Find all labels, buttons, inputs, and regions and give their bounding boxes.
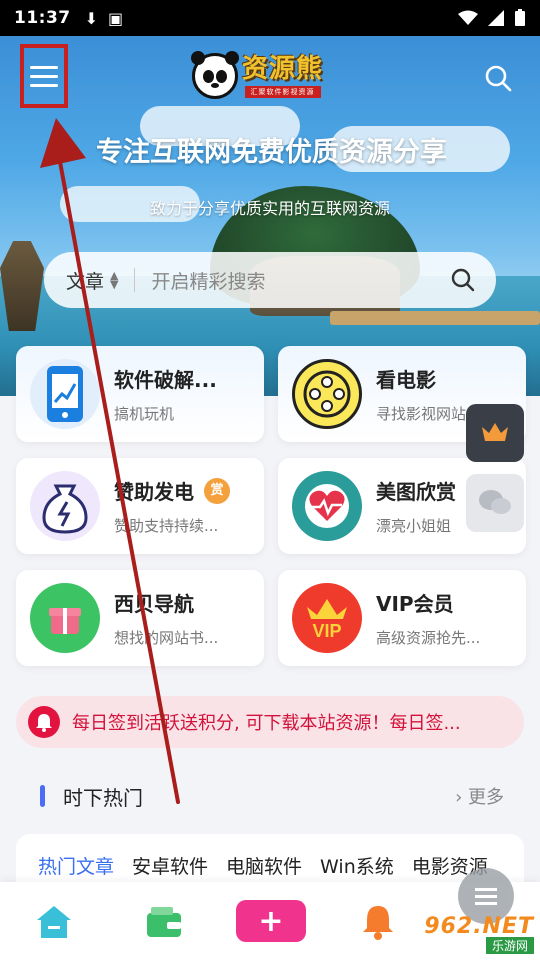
updown-icon: ▲ ▼ [110, 269, 119, 291]
watermark: 962.NET 乐游网 [404, 914, 534, 956]
card-vip[interactable]: VIP VIP会员 高级资源抢先... [278, 570, 526, 666]
hamburger-icon [30, 60, 58, 93]
card-title-text: 赞助发电 [114, 480, 194, 504]
bell-icon [28, 706, 60, 738]
signal-icon [488, 10, 504, 26]
card-title: 赞助发电 赏 [114, 476, 230, 505]
site-logo[interactable]: 资源熊 汇聚软件影视资源 [191, 50, 348, 102]
more-link[interactable]: › 更多 [455, 783, 504, 809]
card-subtitle: 寻找影视网站 [376, 405, 467, 423]
notice-bar[interactable]: 每日签到活跃送积分, 可下载本站资源！每日签... [16, 696, 524, 748]
vip-crown-icon: VIP [292, 583, 362, 653]
card-title: VIP会员 [376, 592, 454, 616]
nav-notifications[interactable] [356, 900, 400, 944]
panda-icon [191, 51, 239, 99]
dock [330, 311, 540, 325]
search-icon[interactable] [450, 267, 476, 293]
card-title: 西贝导航 [114, 592, 194, 616]
bell-icon [363, 906, 393, 940]
money-bag-icon [30, 471, 100, 541]
wechat-float-button[interactable] [466, 474, 524, 532]
status-bar: 11:37 ⬇ ▣ [0, 0, 540, 36]
card-subtitle: 搞机玩机 [114, 405, 175, 423]
card-subtitle: 赞助支持持续... [114, 517, 219, 535]
notice-text: 每日签到活跃送积分, 可下载本站资源！每日签... [72, 713, 461, 734]
logo-subtitle: 汇聚软件影视资源 [244, 86, 321, 98]
watermark-subtext: 乐游网 [485, 937, 534, 954]
svg-text:VIP: VIP [312, 621, 341, 641]
film-reel-icon [292, 359, 362, 429]
card-software-crack[interactable]: 软件破解... 搞机玩机 [16, 346, 264, 442]
section-title: 时下热门 [63, 785, 143, 810]
card-sponsor[interactable]: 赞助发电 赏 赞助支持持续... [16, 458, 264, 554]
card-subtitle: 高级资源抢先... [376, 629, 481, 647]
logo-text: 资源熊 [242, 54, 324, 84]
card-navigation[interactable]: 西贝导航 想找的网站书... [16, 570, 264, 666]
hero-subtitle: 致力于分享优质实用的互联网资源 [149, 199, 390, 218]
wechat-icon [479, 490, 511, 514]
search-type-select[interactable]: 文章 ▲ ▼ [66, 267, 118, 294]
section-accent [40, 785, 45, 807]
card-subtitle: 漂亮小姐姐 [376, 517, 452, 535]
menu-button[interactable] [20, 44, 68, 108]
crown-float-button[interactable] [466, 404, 524, 462]
status-time: 11:37 [14, 8, 71, 28]
section-header: 时下热门 › 更多 [16, 770, 524, 822]
card-title: 软件破解... [114, 368, 217, 392]
watermark-text: 962.NET [424, 914, 534, 939]
search-bar[interactable]: 文章 ▲ ▼ 开启精彩搜索 [44, 252, 496, 308]
download-icon: ⬇ [84, 8, 99, 28]
message-icon: ▣ [108, 8, 124, 28]
divider [134, 268, 136, 292]
search-type-label: 文章 [66, 270, 105, 293]
phone-chart-icon [30, 359, 100, 429]
plus-icon: + [258, 903, 284, 939]
crown-icon [482, 423, 508, 441]
card-subtitle: 想找的网站书... [114, 629, 219, 647]
plus-button[interactable]: + [236, 900, 306, 942]
system-icons [458, 9, 526, 27]
card-title: 看电影 [376, 368, 436, 392]
heart-pulse-icon [292, 471, 362, 541]
nav-wallet[interactable] [142, 900, 186, 944]
wifi-icon [458, 10, 478, 25]
nav-home[interactable] [32, 900, 76, 944]
reward-badge: 赏 [204, 477, 230, 504]
list-icon [475, 888, 497, 905]
gift-icon [30, 583, 100, 653]
hero-title: 专注互联网免费优质资源分享 [96, 137, 446, 168]
wallet-icon [147, 907, 181, 937]
card-title: 美图欣赏 [376, 480, 456, 504]
search-icon[interactable] [484, 64, 512, 92]
battery-icon [515, 9, 525, 26]
search-input[interactable]: 开启精彩搜索 [151, 267, 450, 294]
home-icon [37, 906, 71, 938]
notification-icons: ⬇ ▣ [85, 9, 124, 28]
